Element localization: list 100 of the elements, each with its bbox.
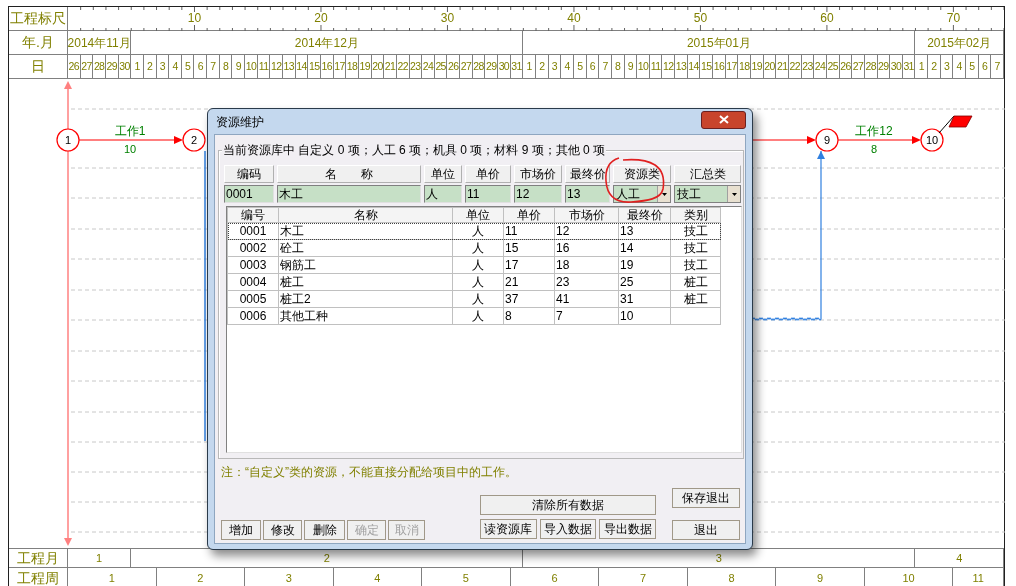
table-cell: 11 — [505, 223, 518, 238]
table-cell: 砼工 — [280, 240, 304, 255]
table-cell: 21 — [505, 274, 519, 289]
table-cell: 13 — [620, 223, 634, 238]
input-field[interactable]: 13 — [565, 185, 610, 203]
day-label: 15 — [308, 55, 321, 78]
table-cell: 人 — [472, 240, 484, 255]
day-label: 30 — [498, 55, 511, 78]
note-text: 注：“自定义”类的资源，不能直接分配给项目中的工作。 — [221, 464, 518, 481]
week-number: 8 — [687, 568, 777, 586]
clear-all-button[interactable]: 清除所有数据 — [480, 495, 656, 515]
field-label: 资源类 — [613, 165, 671, 183]
activity-name: 工作1 — [114, 124, 146, 138]
day-label: 6 — [194, 55, 208, 78]
input-field[interactable]: 11 — [465, 185, 511, 203]
day-label: 29 — [877, 55, 891, 78]
day-label: 14 — [295, 55, 309, 78]
table-cell: 7 — [556, 308, 563, 323]
day-label: 9 — [624, 55, 638, 78]
day-label: 10 — [637, 55, 650, 78]
column-header: 名称 — [278, 207, 453, 223]
day-label: 6 — [978, 55, 992, 78]
column-header: 编号 — [227, 207, 279, 223]
ruler-tick-label: 40 — [567, 11, 581, 25]
table-row[interactable]: 0005 桩工2 人 37 41 31 桩工 — [227, 290, 721, 308]
day-label: 27 — [80, 55, 94, 78]
table-cell: 17 — [505, 257, 519, 272]
month-label: 2014年12月 — [131, 31, 524, 54]
import-button[interactable]: 导入数据 — [539, 519, 597, 539]
table-cell: 桩工 — [280, 274, 304, 289]
day-label: 1 — [523, 55, 536, 78]
day-label: 20 — [763, 55, 777, 78]
read-library-button[interactable]: 读资源库 — [480, 519, 537, 539]
field-label: 最终价 — [565, 165, 610, 183]
table-row[interactable]: 0006 其他工种 人 8 7 10 — [227, 307, 721, 325]
month-number: 2 — [131, 549, 524, 567]
table-cell: 12 — [556, 223, 570, 238]
row-label: 年.月 — [22, 33, 54, 52]
day-label: 24 — [422, 55, 435, 78]
day-label: 29 — [105, 55, 119, 78]
exit-button[interactable]: 退出 — [672, 520, 740, 540]
table-cell: 人 — [472, 308, 484, 323]
export-button[interactable]: 导出数据 — [599, 519, 656, 539]
week-number: 1 — [68, 568, 157, 586]
day-label: 25 — [826, 55, 840, 78]
table-cell: 15 — [505, 240, 519, 255]
day-label: 3 — [940, 55, 954, 78]
table-row[interactable]: 0003 钢筋工 人 17 18 19 技工 — [227, 256, 721, 274]
table-cell: 37 — [505, 291, 519, 306]
week-number: 5 — [422, 568, 511, 586]
field-label: 名 称 — [277, 165, 421, 183]
activity-arrow — [752, 136, 816, 144]
add-button[interactable]: 增加 — [221, 520, 261, 540]
table-cell: 18 — [556, 257, 570, 272]
input-field[interactable]: 人 — [424, 185, 462, 203]
input-field[interactable]: 木工 — [277, 185, 421, 203]
day-label: 27 — [852, 55, 865, 78]
day-label: 9 — [232, 55, 246, 78]
dialog-title: 资源维护 — [216, 113, 264, 131]
day-label: 8 — [611, 55, 625, 78]
table-cell: 桩工 — [683, 291, 708, 306]
ruler-tick-label: 30 — [440, 11, 455, 25]
day-label: 24 — [814, 55, 827, 78]
close-button[interactable] — [701, 110, 746, 129]
day-label: 25 — [434, 55, 448, 78]
table-cell: 0003 — [239, 257, 267, 272]
field-label: 单位 — [424, 165, 462, 183]
week-number: 7 — [599, 568, 688, 586]
input-field[interactable]: 12 — [514, 185, 562, 203]
day-label: 12 — [662, 55, 676, 78]
day-label: 30 — [118, 55, 132, 78]
input-field[interactable]: 0001 — [224, 185, 274, 203]
day-label: 13 — [283, 55, 296, 78]
week-number: 10 — [864, 568, 954, 586]
table-cell: 41 — [556, 291, 570, 306]
save-exit-button[interactable]: 保存退出 — [672, 488, 740, 508]
day-label: 11 — [649, 55, 663, 78]
column-header: 单位 — [452, 207, 504, 223]
dropdown[interactable]: 技工 — [674, 185, 741, 203]
caret-icon — [661, 192, 667, 196]
delete-button[interactable]: 删除 — [304, 520, 345, 540]
table-row[interactable]: 0002 砼工 人 15 16 14 技工 — [227, 239, 721, 257]
table-cell: 31 — [620, 291, 634, 306]
day-label: 4 — [953, 55, 967, 78]
day-label: 8 — [219, 55, 233, 78]
table-row[interactable]: 0001 木工 人 11 12 13 技工 — [227, 222, 721, 240]
table-cell: 人 — [472, 257, 484, 272]
day-label: 22 — [788, 55, 802, 78]
day-label: 27 — [460, 55, 473, 78]
table-cell: 19 — [620, 257, 634, 272]
day-label: 5 — [181, 55, 195, 78]
ruler-tick-label: 20 — [314, 11, 328, 25]
day-label: 21 — [384, 55, 397, 78]
table-cell: 人 — [472, 274, 484, 289]
day-label: 19 — [358, 55, 372, 78]
day-label: 21 — [776, 55, 789, 78]
table-row[interactable]: 0004 桩工 人 21 23 25 桩工 — [227, 273, 721, 291]
week-number: 3 — [245, 568, 334, 586]
day-label: 26 — [447, 55, 461, 78]
modify-button[interactable]: 修改 — [263, 520, 302, 540]
